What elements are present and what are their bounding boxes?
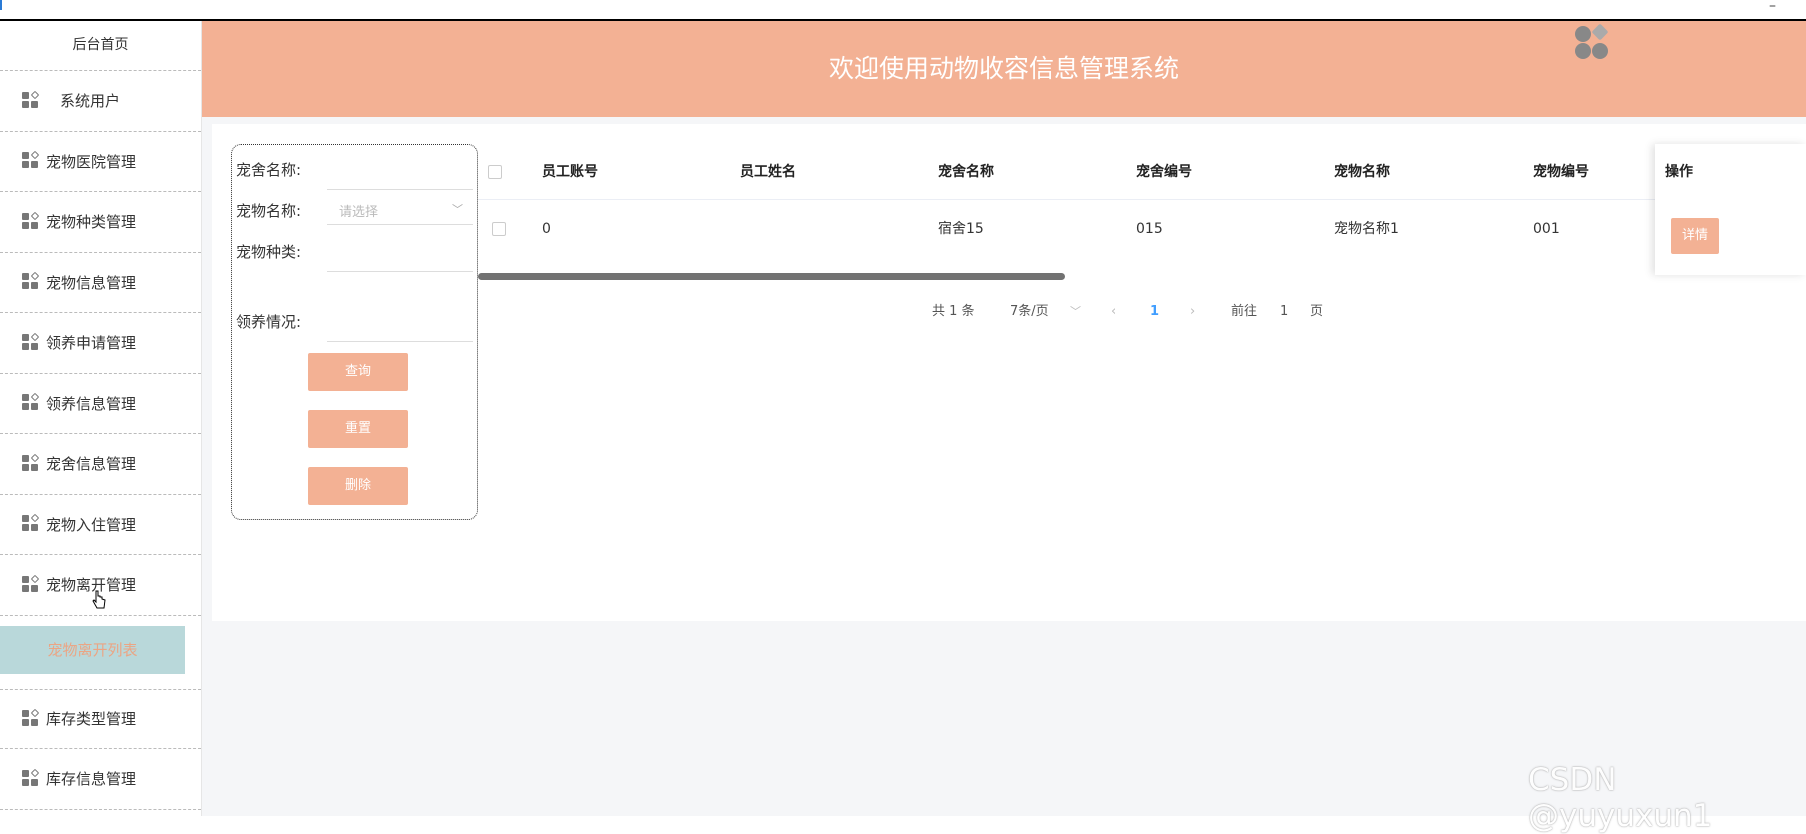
sidebar-item-stock-info[interactable]: 库存信息管理 [0, 749, 201, 810]
page-header: 欢迎使用动物收容信息管理系统 [202, 21, 1806, 117]
sidebar-item-label: 库存信息管理 [46, 770, 137, 789]
watermark: CSDN @yuyuxun1 [1528, 762, 1713, 834]
search-form: 宠舍名称: 宠物名称: 请选择 ﹀ 宠物种类: 领养情况: 查询 重置 删除 [231, 144, 478, 520]
adopt-status-label: 领养情况: [236, 313, 302, 331]
sidebar-item-adoption-apply[interactable]: 领养申请管理 [0, 313, 201, 374]
sidebar-item-label: 系统用户 [60, 92, 121, 111]
column-header: 宠舍名称 [938, 164, 994, 180]
sidebar-item-label: 领养申请管理 [46, 334, 137, 353]
grid-icon [22, 393, 40, 412]
pet-name-label: 宠物名称: [236, 202, 302, 220]
sidebar-item-label: 宠物离开管理 [46, 576, 137, 595]
page-title: 欢迎使用动物收容信息管理系统 [828, 54, 1179, 83]
column-header: 员工账号 [542, 164, 598, 180]
table-header-row: 员工账号 员工姓名 宠舍名称 宠舍编号 宠物名称 宠物编号 [478, 144, 1806, 200]
adopt-status-input[interactable] [327, 341, 473, 342]
chevron-down-icon[interactable]: ﹀ [1070, 300, 1081, 324]
pet-type-input[interactable] [327, 271, 473, 272]
grid-icon [22, 151, 40, 170]
sidebar-item-label: 领养信息管理 [46, 394, 137, 413]
sidebar-item-stock-type[interactable]: 库存类型管理 [0, 688, 201, 749]
sidebar-item-pet-info[interactable]: 宠物信息管理 [0, 253, 201, 313]
column-header: 宠舍编号 [1136, 164, 1192, 180]
reset-button[interactable]: 重置 [308, 410, 408, 448]
grid-icon [22, 708, 40, 728]
operations-header: 操作 [1665, 164, 1693, 180]
goto-page-input[interactable]: 1 [1280, 300, 1288, 324]
table-cell: 015 [1136, 221, 1163, 237]
sidebar-item-home[interactable]: 后台首页 [0, 21, 201, 71]
grid-icon [22, 332, 40, 352]
sidebar-item-label: 宠物医院管理 [46, 152, 137, 171]
mouse-cursor-icon [92, 590, 106, 609]
row-checkbox[interactable] [492, 222, 506, 236]
table-row: 0 宿舍15 015 宠物名称1 001 [478, 201, 1806, 257]
page-number-current[interactable]: 1 [1150, 300, 1159, 324]
window-edge-marker [0, 0, 2, 10]
sidebar-item-label: 宠物信息管理 [46, 273, 137, 292]
table-cell: 宿舍15 [938, 221, 984, 237]
pet-name-select[interactable]: 请选择 ﹀ [327, 195, 473, 225]
grid-icon [22, 453, 40, 473]
grid-icon [22, 211, 40, 231]
sidebar-item-dorm-info[interactable]: 宠舍信息管理 [0, 434, 201, 495]
sidebar-item-label: 宠舍信息管理 [46, 455, 137, 474]
window-title-bar: – [0, 0, 1806, 21]
page-size-select[interactable]: 7条/页 [1010, 300, 1049, 324]
operations-column: 操作 详情 [1655, 144, 1806, 275]
detail-button[interactable]: 详情 [1671, 218, 1719, 254]
column-header: 员工姓名 [740, 164, 796, 180]
select-all-checkbox[interactable] [488, 165, 502, 179]
data-table: 员工账号 员工姓名 宠舍名称 宠舍编号 宠物名称 宠物编号 0 宿舍15 015… [478, 144, 1806, 275]
grid-icon [22, 574, 40, 594]
query-button[interactable]: 查询 [308, 353, 408, 391]
table-cell: 001 [1533, 221, 1560, 237]
sidebar-item-label: 宠物种类管理 [46, 213, 137, 232]
dorm-name-input[interactable] [327, 189, 473, 190]
grid-icon [22, 768, 40, 788]
sidebar-item-adoption-info[interactable]: 领养信息管理 [0, 374, 201, 434]
grid-icon [22, 272, 40, 291]
horizontal-scrollbar-thumb[interactable] [478, 273, 1065, 280]
sidebar-item-pet-type[interactable]: 宠物种类管理 [0, 192, 201, 253]
pet-name-placeholder: 请选择 [339, 205, 379, 220]
pet-type-label: 宠物种类: [236, 243, 302, 261]
sidebar-item-pet-checkin[interactable]: 宠物入住管理 [0, 495, 201, 555]
grid-icon [22, 514, 40, 533]
column-header: 宠物编号 [1533, 164, 1589, 180]
pagination-total: 共 1 条 [932, 304, 975, 319]
next-page-icon[interactable]: › [1190, 300, 1195, 324]
sidebar-item-label: 库存类型管理 [46, 710, 137, 729]
sidebar-item-pet-hospital[interactable]: 宠物医院管理 [0, 132, 201, 192]
delete-button[interactable]: 删除 [308, 467, 408, 505]
sidebar-item-label: 宠物入住管理 [46, 515, 137, 534]
sidebar-subitem-pet-leave-list[interactable]: 宠物离开列表 [0, 625, 185, 674]
table-cell: 0 [542, 221, 551, 237]
grid-icon [22, 90, 40, 110]
chevron-down-icon: ﹀ [452, 203, 463, 216]
table-cell: 宠物名称1 [1334, 221, 1399, 237]
sidebar-item-system-users[interactable]: 系统用户 [0, 71, 201, 132]
avatar-icon[interactable] [1574, 23, 1612, 61]
dorm-name-label: 宠舍名称: [236, 161, 302, 179]
page-unit-label: 页 [1310, 304, 1324, 319]
column-header: 宠物名称 [1334, 164, 1390, 180]
goto-label: 前往 [1231, 304, 1258, 319]
minimize-icon[interactable]: – [1769, 0, 1776, 14]
sidebar: 后台首页 系统用户 宠物医院管理 宠物种类管理 宠物信息管理 领养申请管理 领养… [0, 21, 202, 816]
prev-page-icon[interactable]: ‹ [1111, 300, 1116, 324]
